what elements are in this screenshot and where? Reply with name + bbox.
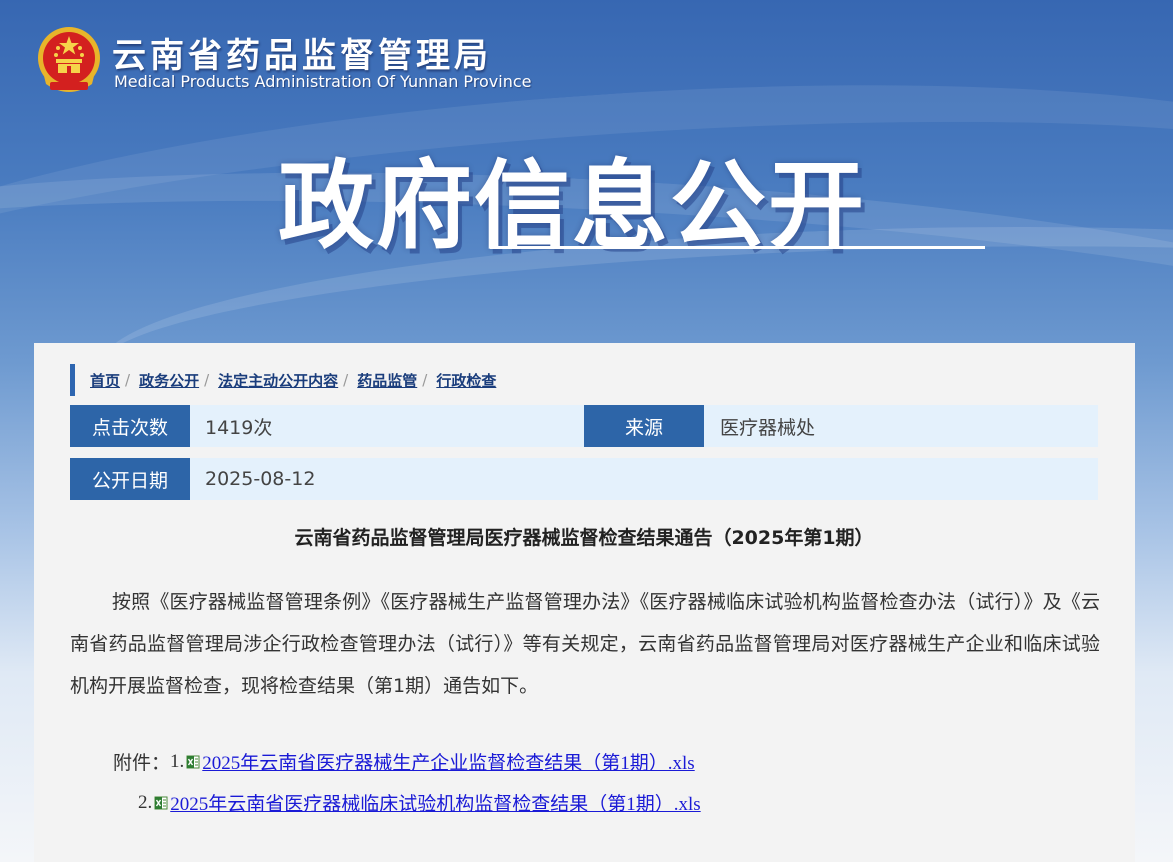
breadcrumb-home[interactable]: 首页 [90,370,120,391]
info-row-clicks-source: 点击次数 1419次 来源 医疗器械处 [70,405,1098,447]
attachment-link-1[interactable]: 2025年云南省医疗器械生产企业监督检查结果（第1期）.xls [202,748,694,775]
breadcrumb-admin-inspection[interactable]: 行政检查 [436,370,496,391]
attachment-item: 2. 2025年云南省医疗器械临床试验机构监督检查结果（第1期）.xls [138,789,701,816]
breadcrumb-separator: / [204,371,210,389]
site-name-en: Medical Products Administration Of Yunna… [114,72,532,91]
site-name-cn: 云南省药品监督管理局 [112,36,492,76]
breadcrumb-separator: / [125,371,131,389]
date-value: 2025-08-12 [205,468,316,490]
breadcrumb-drug-supervision[interactable]: 药品监管 [357,370,417,391]
excel-file-icon [186,755,200,768]
attachment-item: 附件： 1. 2025年云南省医疗器械生产企业监督检查结果（第1期）.xls [113,748,695,775]
excel-file-icon [154,796,168,809]
article-title: 云南省药品监督管理局医疗器械监督检查结果通告（2025年第1期） [294,527,874,549]
clicks-value: 1419次 [205,416,273,439]
breadcrumb-separator: / [422,371,428,389]
source-value: 医疗器械处 [720,416,816,439]
national-emblem-icon [38,27,100,92]
breadcrumb-gov-affairs[interactable]: 政务公开 [139,370,199,391]
article-body: 按照《医疗器械监督管理条例》《医疗器械生产监督管理办法》《医疗器械临床试验机构监… [70,591,1100,697]
breadcrumb-statutory-content[interactable]: 法定主动公开内容 [218,370,338,391]
breadcrumb-separator: / [343,371,349,389]
source-label: 来源 [584,405,704,447]
attachment-link-2[interactable]: 2025年云南省医疗器械临床试验机构监督检查结果（第1期）.xls [170,789,700,816]
attachment-index: 1. [170,750,185,772]
breadcrumb: 首页 / 政务公开 / 法定主动公开内容 / 药品监管 / 行政检查 [70,364,496,396]
clicks-label: 点击次数 [70,405,190,447]
banner-title-underline [490,246,985,249]
attachment-index: 2. [138,791,153,813]
content-panel: 首页 / 政务公开 / 法定主动公开内容 / 药品监管 / 行政检查 点击次数 1419… [34,343,1135,862]
info-row-date: 公开日期 2025-08-12 [70,458,1098,500]
date-label: 公开日期 [70,458,190,500]
attachments-label: 附件： [113,752,171,774]
